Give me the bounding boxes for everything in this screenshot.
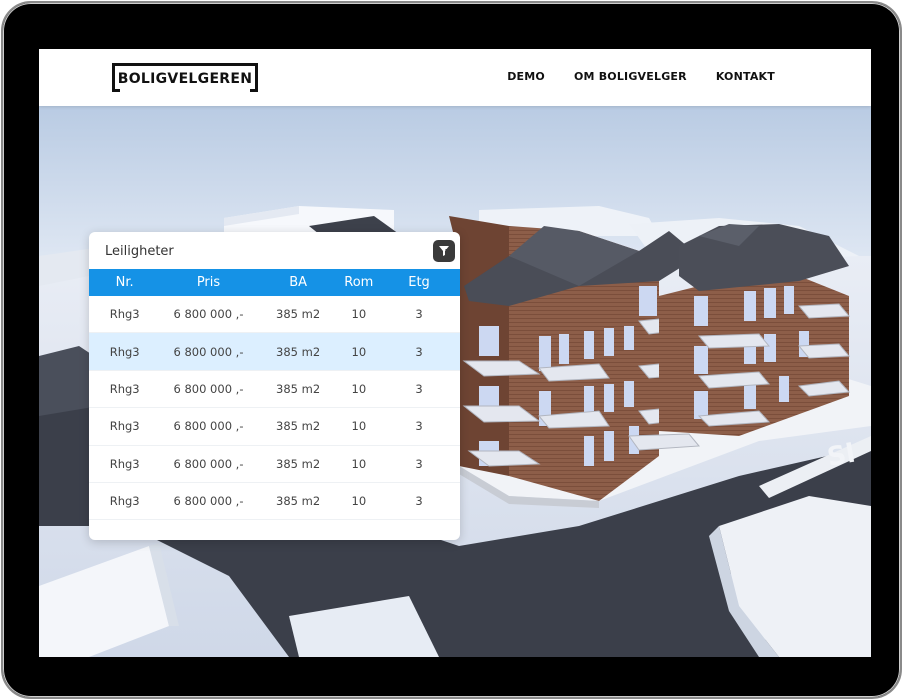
column-header-nr[interactable]: Nr.	[89, 275, 160, 290]
cell-pris: 6 800 000 ,-	[173, 381, 244, 396]
cell-pris: 6 800 000 ,-	[173, 456, 244, 471]
cell-nr: Rhg3	[109, 456, 140, 471]
cell-rom: 10	[351, 307, 367, 322]
cell-etg: 3	[415, 381, 423, 396]
cell-pris: 6 800 000 ,-	[173, 419, 244, 434]
cell-ba: 385 m2	[276, 494, 321, 509]
cell-rom: 10	[351, 344, 367, 359]
main-nav: DEMO OM BOLIGVELGER KONTAKT	[507, 70, 775, 83]
column-header-ba[interactable]: BA	[257, 275, 340, 290]
cell-rom: 10	[351, 419, 367, 434]
filter-icon	[439, 246, 450, 256]
cell-nr: Rhg3	[109, 307, 140, 322]
logo-text: BOLIGVELGEREN	[117, 71, 253, 87]
nav-om-boligvelger[interactable]: OM BOLIGVELGER	[574, 70, 687, 83]
table-row-selected[interactable]: Rhg3 6 800 000 ,- 385 m2 10 3	[89, 333, 460, 371]
cell-rom: 10	[351, 456, 367, 471]
table-row[interactable]: Rhg3 6 800 000 ,- 385 m2 10 3	[89, 483, 460, 521]
table-row[interactable]: Rhg3 6 800 000 ,- 385 m2 10 3	[89, 371, 460, 409]
cell-rom: 10	[351, 381, 367, 396]
site-header: BOLIGVELGEREN DEMO OM BOLIGVELGER KONTAK…	[39, 49, 871, 106]
cell-pris: 6 800 000 ,-	[173, 494, 244, 509]
cell-pris: 6 800 000 ,-	[173, 344, 244, 359]
screen: Sl BOLIGVELGEREN DEMO OM BOLIGVELGER KON…	[39, 49, 871, 657]
cell-etg: 3	[415, 456, 423, 471]
table-header: Nr. Pris BA Rom Etg	[89, 269, 460, 296]
apartments-panel: Leiligheter Nr. Pris BA Rom Etg Rhg3 6 8…	[89, 232, 460, 540]
cell-ba: 385 m2	[276, 307, 321, 322]
column-header-etg[interactable]: Etg	[378, 275, 460, 290]
cell-ba: 385 m2	[276, 381, 321, 396]
cell-nr: Rhg3	[109, 494, 140, 509]
cell-etg: 3	[415, 494, 423, 509]
cell-ba: 385 m2	[276, 419, 321, 434]
panel-title: Leiligheter	[105, 244, 174, 259]
cell-nr: Rhg3	[109, 419, 140, 434]
cell-ba: 385 m2	[276, 456, 321, 471]
street-name-label: Sl	[825, 439, 857, 473]
nav-demo[interactable]: DEMO	[507, 70, 545, 83]
column-header-pris[interactable]: Pris	[160, 275, 256, 290]
column-header-rom[interactable]: Rom	[340, 275, 379, 290]
cell-rom: 10	[351, 494, 367, 509]
nav-kontakt[interactable]: KONTAKT	[716, 70, 775, 83]
boligvelgeren-logo[interactable]: BOLIGVELGEREN	[112, 63, 258, 92]
cell-nr: Rhg3	[109, 344, 140, 359]
logo-bracket-right	[250, 63, 258, 92]
apartment-list: Rhg3 6 800 000 ,- 385 m2 10 3 Rhg3 6 800…	[89, 296, 460, 521]
filter-button[interactable]	[433, 240, 455, 262]
logo-bracket-left	[112, 63, 120, 92]
table-row[interactable]: Rhg3 6 800 000 ,- 385 m2 10 3	[89, 296, 460, 334]
table-row[interactable]: Rhg3 6 800 000 ,- 385 m2 10 3	[89, 446, 460, 483]
cell-etg: 3	[415, 419, 423, 434]
cell-ba: 385 m2	[276, 344, 321, 359]
cell-pris: 6 800 000 ,-	[173, 307, 244, 322]
table-row[interactable]: Rhg3 6 800 000 ,- 385 m2 10 3	[89, 408, 460, 446]
logo-roof	[120, 63, 250, 66]
cell-etg: 3	[415, 307, 423, 322]
cell-etg: 3	[415, 344, 423, 359]
cell-nr: Rhg3	[109, 381, 140, 396]
tablet-frame: Sl BOLIGVELGEREN DEMO OM BOLIGVELGER KON…	[1, 1, 902, 699]
